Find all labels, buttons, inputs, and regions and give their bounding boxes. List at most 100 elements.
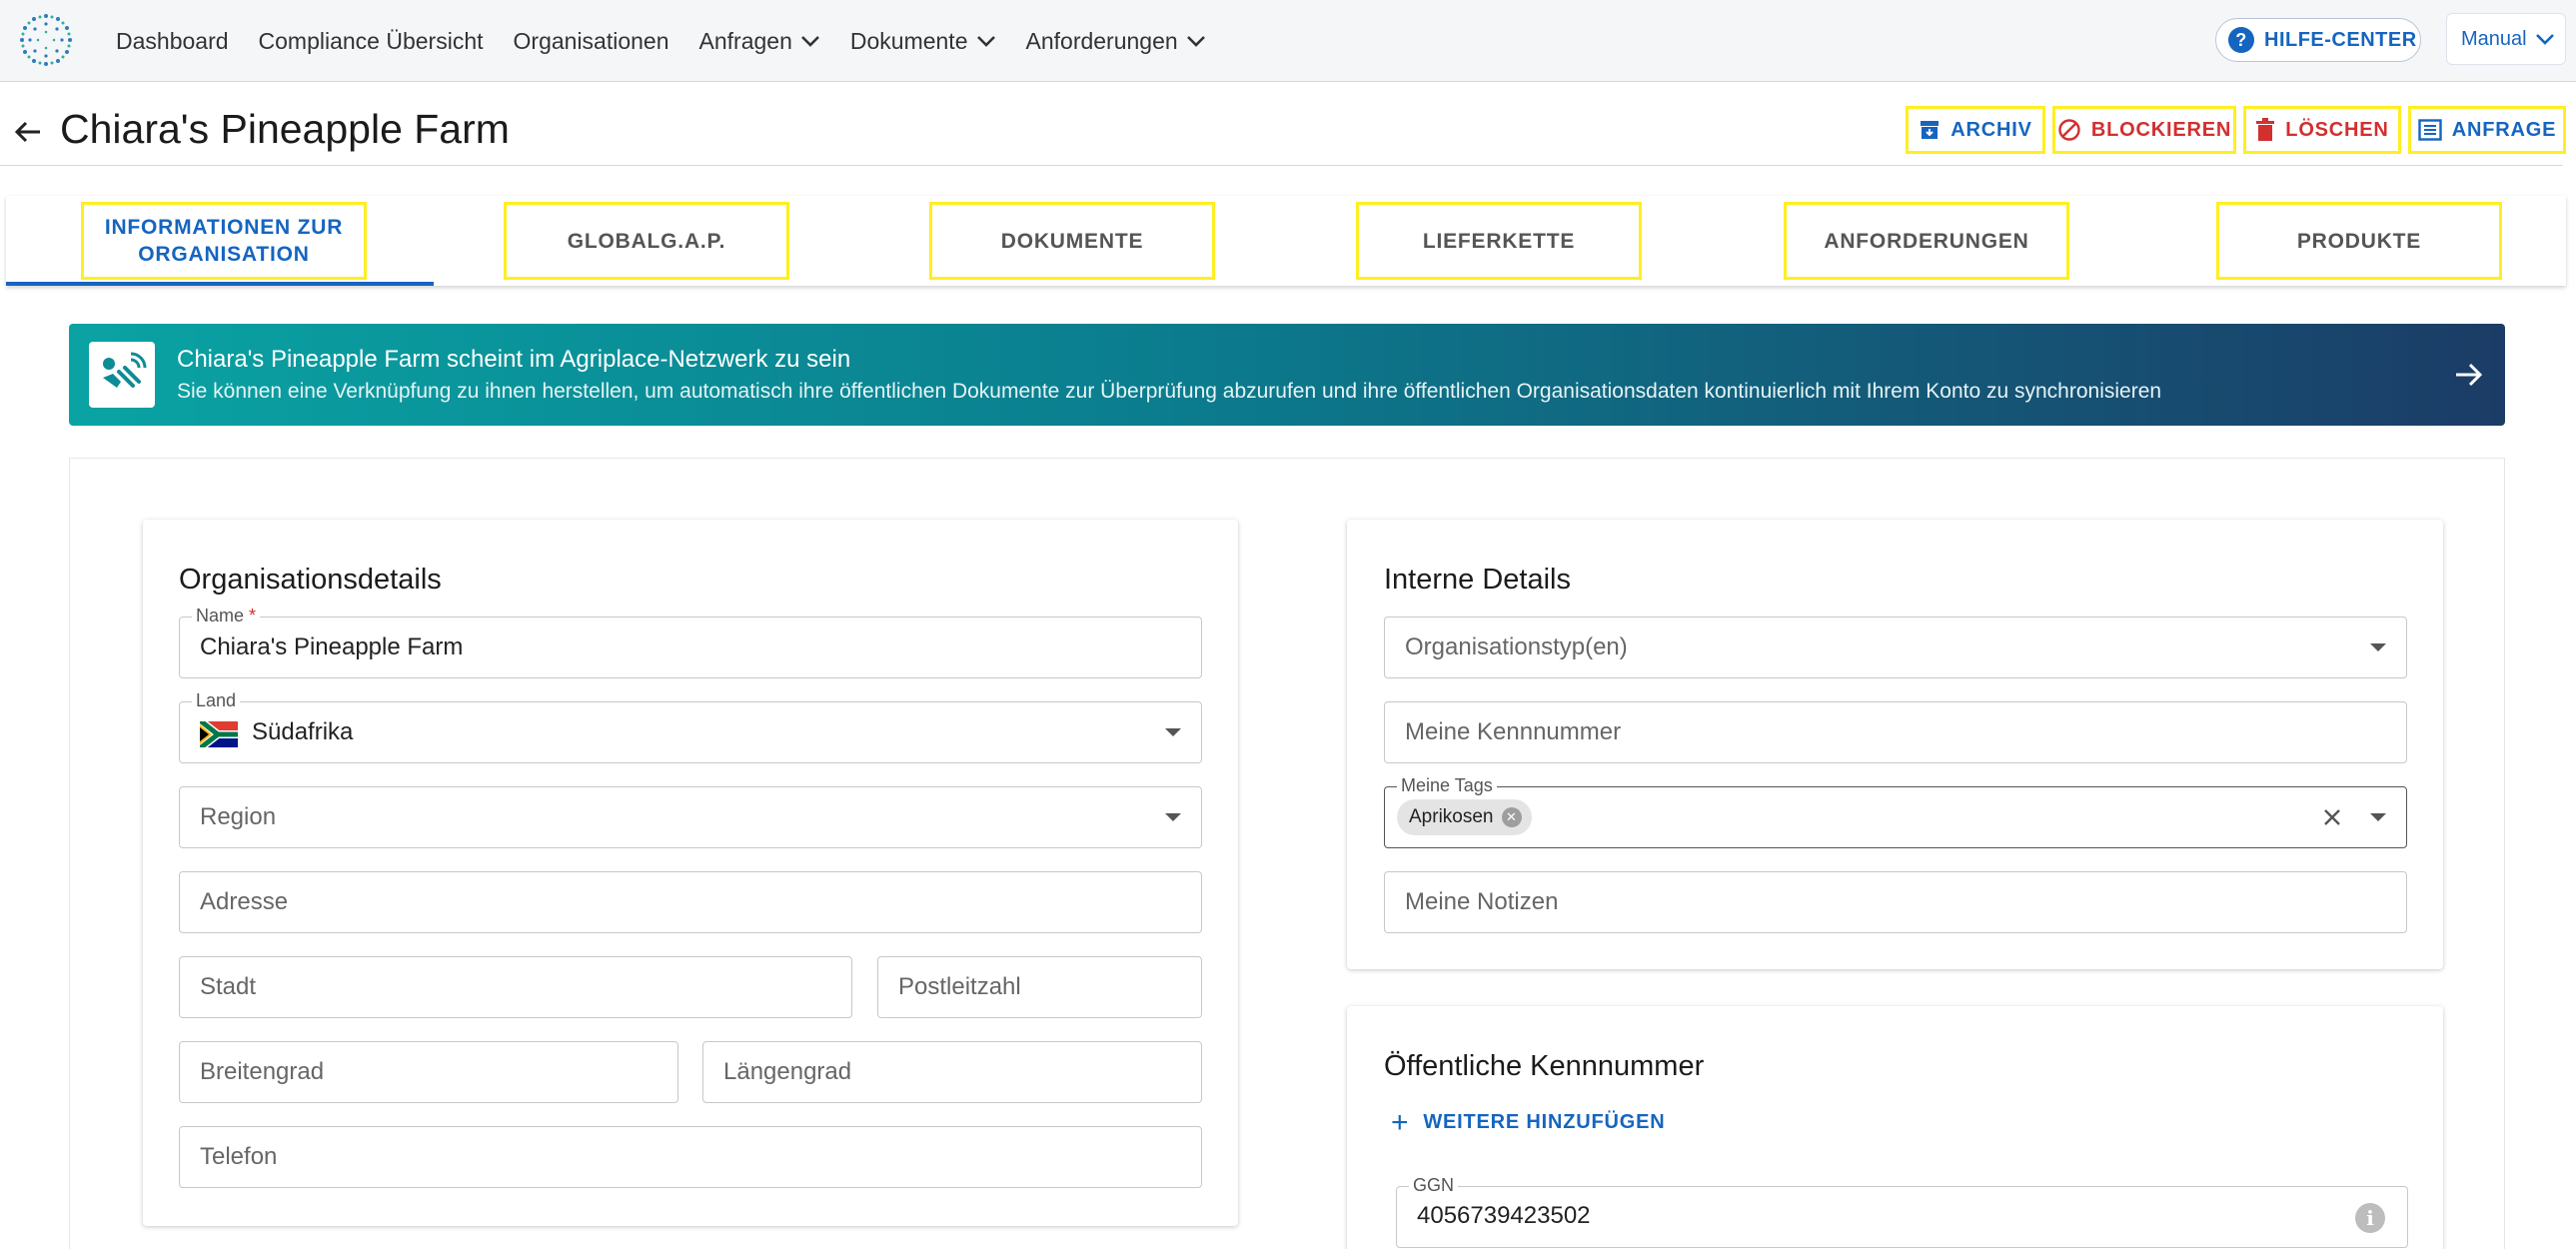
help-center-label: HILFE-CENTER — [2264, 28, 2417, 51]
add-more-button[interactable]: + WEITERE HINZUFÜGEN — [1391, 1105, 1666, 1139]
tab-products[interactable]: PRODUKTE — [2216, 202, 2502, 280]
tab-globalgap[interactable]: GLOBALG.A.P. — [504, 202, 789, 280]
organisation-type-placeholder: Organisationstyp(en) — [1405, 633, 1628, 660]
nav-dashboard[interactable]: Dashboard — [116, 28, 229, 55]
country-select[interactable]: Land Südafrika — [179, 690, 1202, 763]
nav-organisations[interactable]: Organisationen — [514, 28, 669, 55]
ggn-value: 4056739423502 — [1417, 1202, 1591, 1229]
address-input[interactable]: Adresse — [179, 871, 1202, 933]
clear-icon[interactable] — [2318, 803, 2346, 831]
tab-supply-chain[interactable]: LIEFERKETTE — [1356, 202, 1642, 280]
card-title: Organisationsdetails — [179, 564, 442, 596]
my-id-placeholder: Meine Kennnummer — [1405, 718, 1622, 745]
connection-icon — [89, 342, 155, 408]
request-label: ANFRAGE — [2451, 118, 2557, 141]
info-icon[interactable]: i — [2355, 1203, 2385, 1233]
region-select[interactable]: Region — [179, 786, 1202, 848]
internal-details-card: Interne Details Organisationstyp(en) Mei… — [1347, 520, 2443, 969]
required-mark: * — [249, 606, 257, 625]
zip-input[interactable]: Postleitzahl — [877, 956, 1202, 1018]
tab-documents[interactable]: DOKUMENTE — [929, 202, 1215, 280]
chevron-down-icon — [976, 36, 995, 47]
archive-label: ARCHIV — [1950, 118, 2032, 141]
card-title: Öffentliche Kennnummer — [1384, 1050, 1705, 1082]
banner-subtitle: Sie können eine Verknüpfung zu ihnen her… — [177, 380, 2162, 403]
nav-requirements[interactable]: Anforderungen — [1026, 28, 1206, 55]
list-icon — [2418, 119, 2442, 141]
tab-label-line1: INFORMATIONEN ZUR — [104, 216, 344, 239]
nav-requests[interactable]: Anfragen — [699, 28, 820, 55]
active-tab-indicator — [6, 282, 434, 286]
city-placeholder: Stadt — [200, 973, 257, 1000]
help-center-button[interactable]: ? HILFE-CENTER — [2215, 18, 2421, 62]
ggn-label: GGN — [1409, 1175, 1459, 1196]
notes-placeholder: Meine Notizen — [1405, 888, 1559, 915]
network-banner[interactable]: Chiara's Pineapple Farm scheint im Agrip… — [69, 324, 2505, 426]
my-id-input[interactable]: Meine Kennnummer — [1384, 701, 2407, 763]
tab-label: GLOBALG.A.P. — [567, 229, 726, 253]
phone-placeholder: Telefon — [200, 1143, 278, 1170]
ggn-field[interactable]: GGN 4056739423502 i — [1396, 1175, 2408, 1248]
country-label: Land — [192, 690, 241, 711]
plus-icon: + — [1391, 1105, 1410, 1139]
nav-item-label: Dashboard — [116, 27, 229, 54]
nav-item-label: Anforderungen — [1025, 27, 1178, 54]
chevron-down-icon — [1186, 36, 1205, 47]
organisation-type-select[interactable]: Organisationstyp(en) — [1384, 617, 2407, 678]
block-label: BLOCKIEREN — [2090, 118, 2232, 141]
address-placeholder: Adresse — [200, 888, 289, 915]
tab-requirements[interactable]: ANFORDERUNGEN — [1784, 202, 2069, 280]
region-placeholder: Region — [200, 803, 277, 830]
south-africa-flag-icon — [200, 721, 238, 747]
block-icon — [2058, 119, 2080, 141]
tab-label-line2: ORGANISATION — [138, 243, 310, 266]
notes-input[interactable]: Meine Notizen — [1384, 871, 2407, 933]
nav-item-label: Dokumente — [849, 27, 968, 54]
banner-title: Chiara's Pineapple Farm scheint im Agrip… — [177, 346, 851, 373]
field-label: Name * — [192, 606, 261, 626]
dropdown-caret-icon — [1165, 813, 1181, 821]
archive-icon — [1921, 121, 1939, 139]
longitude-input[interactable]: Längengrad — [702, 1041, 1202, 1103]
tag-chip[interactable]: Aprikosen ✕ — [1397, 799, 1532, 835]
tab-label: DOKUMENTE — [1000, 229, 1144, 253]
dropdown-caret-icon — [2370, 643, 2386, 651]
block-button[interactable]: BLOCKIEREN — [2052, 106, 2236, 154]
top-navbar: Dashboard Compliance Übersicht Organisat… — [0, 0, 2576, 82]
card-title: Interne Details — [1384, 564, 1571, 596]
dropdown-caret-icon — [2370, 813, 2386, 821]
agriplace-logo[interactable] — [14, 8, 78, 72]
nav-item-label: Compliance Übersicht — [258, 27, 484, 54]
name-value: Chiara's Pineapple Farm — [200, 633, 464, 660]
city-input[interactable]: Stadt — [179, 956, 852, 1018]
tab-bar: INFORMATIONEN ZUR ORGANISATION GLOBALG.A.… — [6, 196, 2566, 286]
nav-item-label: Organisationen — [513, 27, 669, 54]
arrow-right-icon[interactable] — [2453, 360, 2485, 390]
delete-button[interactable]: LÖSCHEN — [2243, 106, 2401, 154]
trash-icon — [2256, 118, 2275, 141]
phone-input[interactable]: Telefon — [179, 1126, 1202, 1188]
page-title: Chiara's Pineapple Farm — [60, 106, 510, 152]
main-nav: Dashboard Compliance Übersicht Organisat… — [116, 0, 1236, 82]
dropdown-caret-icon — [1165, 728, 1181, 736]
tab-organisation-info[interactable]: INFORMATIONEN ZUR ORGANISATION — [81, 202, 367, 280]
name-label: Name — [196, 606, 245, 625]
nav-compliance-overview[interactable]: Compliance Übersicht — [259, 28, 484, 55]
add-more-label: WEITERE HINZUFÜGEN — [1423, 1111, 1666, 1133]
tab-label: ANFORDERUNGEN — [1824, 229, 2029, 253]
archive-button[interactable]: ARCHIV — [1906, 106, 2045, 154]
nav-documents[interactable]: Dokumente — [850, 28, 996, 55]
latitude-input[interactable]: Breitengrad — [179, 1041, 678, 1103]
back-arrow-icon[interactable] — [12, 116, 44, 148]
zip-placeholder: Postleitzahl — [898, 973, 1021, 1000]
nav-item-label: Anfragen — [698, 27, 792, 54]
country-value: Südafrika — [252, 718, 354, 745]
tags-select[interactable]: Meine Tags Aprikosen ✕ — [1384, 775, 2407, 848]
longitude-placeholder: Längengrad — [723, 1058, 852, 1085]
request-button[interactable]: ANFRAGE — [2408, 106, 2566, 154]
manual-dropdown[interactable]: Manual — [2446, 13, 2566, 65]
remove-tag-icon[interactable]: ✕ — [1501, 807, 1522, 827]
tab-label: PRODUKTE — [2296, 229, 2422, 253]
tags-label: Meine Tags — [1397, 775, 1497, 796]
name-field[interactable]: Name * Chiara's Pineapple Farm — [179, 606, 1202, 678]
